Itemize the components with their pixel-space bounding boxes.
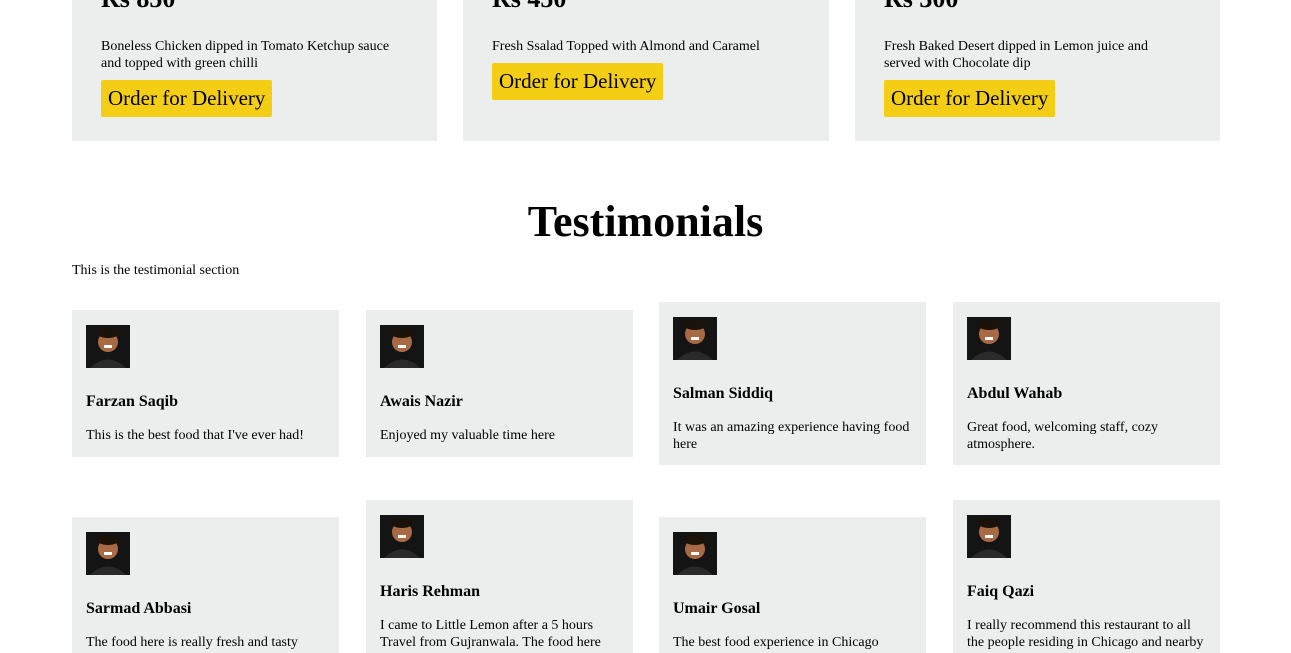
- testimonial-card: Awais Nazir Enjoyed my valuable time her…: [366, 310, 633, 457]
- testimonial-name: Farzan Saqib: [86, 393, 179, 410]
- avatar: [967, 515, 1011, 558]
- menu-description: Boneless Chicken dipped in Tomato Ketchu…: [101, 39, 390, 71]
- avatar: [673, 532, 717, 575]
- avatar: [380, 515, 424, 558]
- testimonial-name: Sarmad Abbasi: [86, 600, 192, 617]
- avatar: [380, 325, 424, 368]
- testimonial-text: Enjoyed my valuable time here: [380, 428, 555, 443]
- menu-price: Rs 850: [101, 0, 175, 14]
- menu-description: Fresh Baked Desert dipped in Lemon juice…: [884, 39, 1148, 71]
- testimonial-name: Haris Rehman: [380, 583, 480, 600]
- testimonial-text: Great food, welcoming staff, cozy atmosp…: [967, 420, 1159, 452]
- testimonial-text: I came to Little Lemon after a 5 hours T…: [380, 618, 608, 653]
- testimonial-card: Haris Rehman I came to Little Lemon afte…: [366, 500, 633, 653]
- menu-card-2: Rs 450 Fresh Ssalad Topped with Almond a…: [463, 0, 829, 141]
- menu-description: Fresh Ssalad Topped with Almond and Cara…: [492, 39, 760, 54]
- testimonial-name: Faiq Qazi: [967, 583, 1035, 600]
- testimonial-card: Faiq Qazi I really recommend this restau…: [953, 500, 1220, 653]
- menu-card-3: Rs 300 Fresh Baked Desert dipped in Lemo…: [855, 0, 1220, 141]
- testimonial-text: This is the best food that I've ever had…: [86, 428, 304, 443]
- testimonial-name: Salman Siddiq: [673, 385, 774, 402]
- testimonial-name: Abdul Wahab: [967, 385, 1063, 402]
- testimonial-card: Sarmad Abbasi The food here is really fr…: [72, 517, 339, 653]
- order-for-delivery-button[interactable]: Order for Delivery: [492, 63, 664, 100]
- testimonial-name: Awais Nazir: [380, 393, 463, 410]
- order-for-delivery-button[interactable]: Order for Delivery: [884, 80, 1056, 117]
- testimonial-card: Umair Gosal The best food experience in …: [659, 517, 926, 653]
- testimonials-title: Testimonials: [527, 197, 764, 246]
- testimonial-text: The best food experience in Chicago: [673, 635, 879, 650]
- avatar: [86, 325, 130, 368]
- menu-card-1: Rs 850 Boneless Chicken dipped in Tomato…: [72, 0, 437, 141]
- testimonial-card: Farzan Saqib This is the best food that …: [72, 310, 339, 457]
- testimonials-subtitle: This is the testimonial section: [72, 263, 240, 278]
- testimonial-card: Salman Siddiq It was an amazing experien…: [659, 302, 926, 465]
- order-for-delivery-button[interactable]: Order for Delivery: [101, 80, 273, 117]
- testimonial-text: I really recommend this restaurant to al…: [967, 618, 1204, 650]
- avatar: [967, 317, 1011, 360]
- testimonial-name: Umair Gosal: [673, 600, 761, 617]
- menu-price: Rs 450: [492, 0, 566, 14]
- testimonial-text: It was an amazing experience having food…: [673, 420, 910, 452]
- testimonial-text: The food here is really fresh and tasty: [86, 635, 298, 650]
- avatar: [673, 317, 717, 360]
- menu-price: Rs 300: [884, 0, 958, 14]
- avatar: [86, 532, 130, 575]
- testimonial-card: Abdul Wahab Great food, welcoming staff,…: [953, 302, 1220, 465]
